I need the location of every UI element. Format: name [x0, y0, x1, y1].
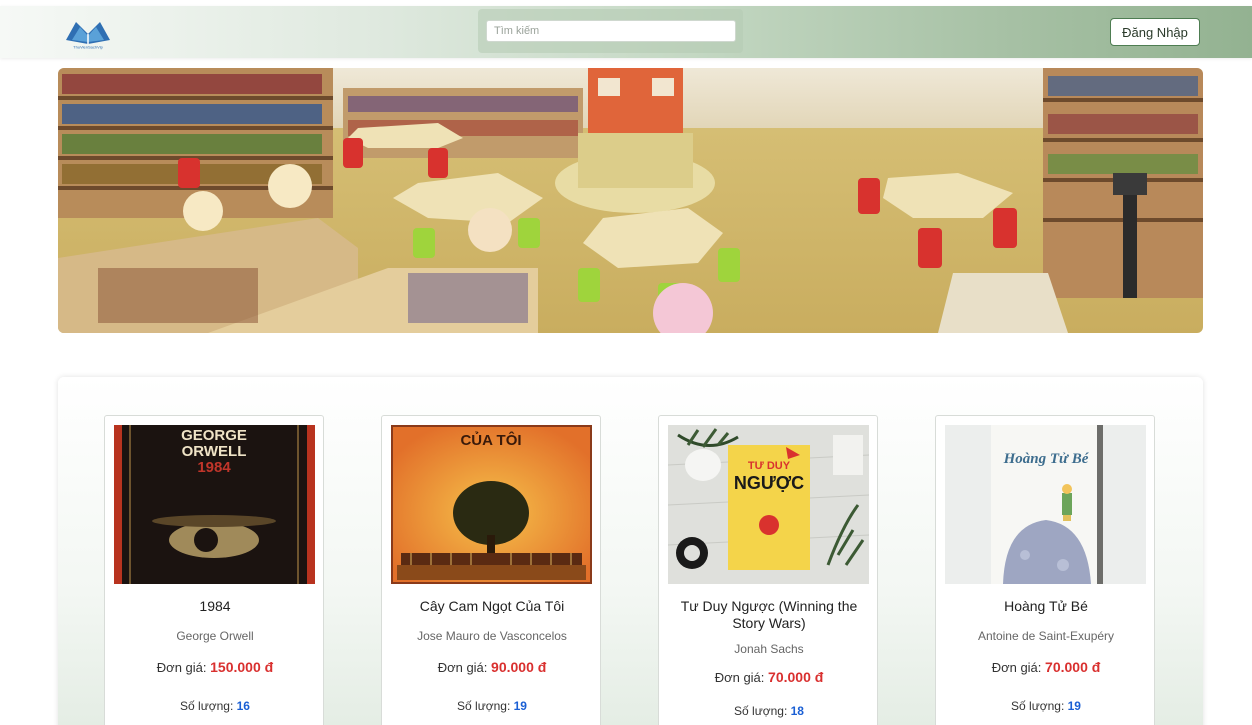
- cover-text-line: GEORGE: [181, 427, 247, 444]
- cover-cay-cam-ngot: CỦA TÔI: [391, 425, 592, 584]
- quantity-value: 19: [1067, 699, 1081, 713]
- cover-hoang-tu-be: Hoàng Tử Bé: [945, 425, 1146, 584]
- quantity-label: Số lượng:: [457, 699, 511, 713]
- price-value: 150.000 đ: [210, 659, 274, 675]
- book-quantity: Số lượng: 19: [942, 699, 1150, 713]
- book-list-panel: GEORGE ORWELL 1984 1984 George Orwell Đơ…: [58, 377, 1203, 725]
- quantity-value: 19: [513, 699, 527, 713]
- cover-text-line: CỦA TÔI: [460, 431, 521, 449]
- book-card[interactable]: Hoàng Tử Bé Hoàng Tử Bé Antoine de Saint…: [935, 415, 1155, 725]
- top-navbar: ThuVienSachVip Đăng Nhập: [0, 6, 1252, 58]
- book-author: Jonah Sachs: [734, 642, 804, 656]
- site-logo[interactable]: ThuVienSachVip: [62, 16, 114, 50]
- cover-text-line: TƯ DUY: [748, 460, 791, 472]
- cover-tu-duy-nguoc: TƯ DUY NGƯỢC: [668, 425, 869, 584]
- book-card[interactable]: GEORGE ORWELL 1984 1984 George Orwell Đơ…: [104, 415, 324, 725]
- book-author: Antoine de Saint-Exupéry: [977, 629, 1115, 643]
- price-label: Đơn giá:: [714, 670, 765, 685]
- quantity-value: 16: [236, 699, 250, 713]
- price-label: Đơn giá:: [991, 660, 1042, 675]
- book-price: Đơn giá: 70.000 đ: [942, 659, 1150, 675]
- book-quantity: Số lượng: 18: [665, 704, 873, 718]
- cover-text-line: ORWELL: [182, 443, 247, 460]
- book-cover-image: GEORGE ORWELL 1984: [114, 425, 315, 584]
- price-value: 90.000 đ: [491, 659, 547, 675]
- book-price: Đơn giá: 70.000 đ: [665, 669, 873, 685]
- quantity-label: Số lượng:: [1011, 699, 1065, 713]
- book-cover-image: TƯ DUY NGƯỢC: [668, 425, 869, 584]
- search-input[interactable]: [486, 20, 736, 42]
- quantity-value: 18: [790, 704, 804, 718]
- price-value: 70.000 đ: [1045, 659, 1101, 675]
- price-label: Đơn giá:: [156, 660, 207, 675]
- cover-1984: GEORGE ORWELL 1984: [114, 425, 315, 584]
- quantity-label: Số lượng:: [734, 704, 788, 718]
- book-cover-image: CỦA TÔI: [391, 425, 592, 584]
- book-title: 1984: [199, 598, 231, 614]
- book-quantity: Số lượng: 19: [388, 699, 596, 713]
- book-card[interactable]: TƯ DUY NGƯỢC Tư Duy Ngược (Winning the S…: [658, 415, 878, 725]
- book-title: Tư Duy Ngược (Winning the Story Wars): [680, 598, 858, 631]
- logo-text: ThuVienSachVip: [73, 45, 103, 50]
- library-interior-image: [58, 68, 1203, 333]
- book-price: Đơn giá: 90.000 đ: [388, 659, 596, 675]
- cover-text-line: NGƯỢC: [734, 473, 804, 493]
- book-title: Hoàng Tử Bé: [1004, 598, 1088, 614]
- cover-text-line: 1984: [197, 459, 231, 476]
- hero-banner-library-photo: [58, 68, 1203, 333]
- book-price: Đơn giá: 150.000 đ: [111, 659, 319, 675]
- book-card[interactable]: CỦA TÔI Cây Cam Ngọt Của Tôi Jose Mauro …: [381, 415, 601, 725]
- book-title: Cây Cam Ngọt Của Tôi: [419, 598, 565, 614]
- cover-text-line: Hoàng Tử Bé: [1003, 451, 1090, 467]
- book-quantity: Số lượng: 16: [111, 699, 319, 713]
- price-label: Đơn giá:: [437, 660, 488, 675]
- book-author: Jose Mauro de Vasconcelos: [417, 629, 567, 643]
- open-book-logo-icon: ThuVienSachVip: [66, 22, 110, 50]
- login-button[interactable]: Đăng Nhập: [1110, 18, 1200, 46]
- book-cover-image: Hoàng Tử Bé: [945, 425, 1146, 584]
- quantity-label: Số lượng:: [180, 699, 234, 713]
- login-button-label: Đăng Nhập: [1122, 24, 1188, 40]
- book-author: George Orwell: [176, 629, 254, 643]
- search-box: [478, 9, 743, 53]
- price-value: 70.000 đ: [768, 669, 824, 685]
